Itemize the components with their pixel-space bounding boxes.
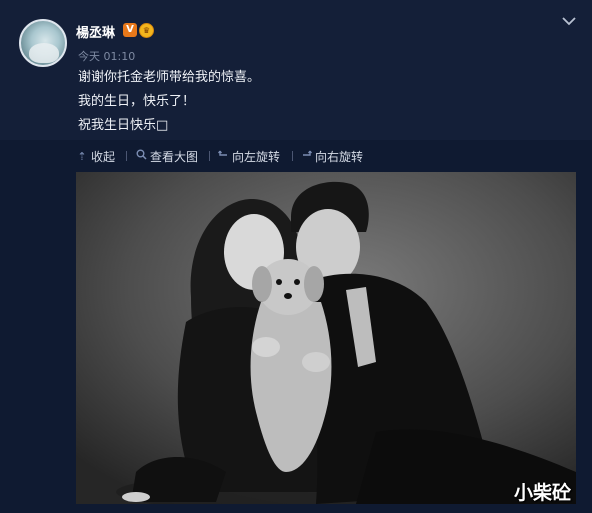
post-photo[interactable] [76, 172, 576, 504]
collapse-button[interactable]: ⇡ 收起 [76, 148, 115, 164]
view-large-button[interactable]: 查看大图 [135, 148, 198, 164]
toolbar-divider [126, 151, 127, 161]
verified-badge: V [123, 23, 137, 37]
post-text-line: 祝我生日快乐□ [78, 118, 169, 133]
collapse-label: 收起 [91, 149, 116, 164]
rotate-left-label: 向左旋转 [232, 149, 281, 164]
view-large-label: 查看大图 [150, 149, 199, 164]
media-toolbar: ⇡ 收起 查看大图 向左旋转 向右旋转 [0, 140, 592, 172]
rotate-left-button[interactable]: 向左旋转 [217, 148, 280, 164]
rotate-right-label: 向右旋转 [315, 149, 364, 164]
couple-with-dog-photo [76, 172, 576, 504]
username[interactable]: 楊丞琳 [76, 22, 115, 41]
rotate-right-icon [300, 149, 312, 163]
rotate-left-icon [217, 149, 229, 163]
post-text: 谢谢你托金老师带给我的惊喜。 我的生日，快乐了！ 祝我生日快乐□ [78, 66, 260, 138]
post-text-line: 谢谢你托金老师带给我的惊喜。 [78, 70, 261, 85]
toolbar-divider [292, 151, 293, 161]
chevron-down-icon[interactable] [560, 14, 578, 28]
post-timestamp[interactable]: 今天 01:10 [78, 48, 135, 64]
magnifier-icon [135, 149, 147, 163]
post-text-line: 我的生日，快乐了！ [78, 94, 196, 109]
toolbar-divider [209, 151, 210, 161]
avatar[interactable] [19, 19, 67, 67]
rotate-right-button[interactable]: 向右旋转 [300, 148, 363, 164]
watermark: 小柴砼 [514, 482, 572, 504]
vip-crown-icon: ♛ [139, 23, 154, 38]
collapse-up-icon: ⇡ [77, 149, 87, 163]
